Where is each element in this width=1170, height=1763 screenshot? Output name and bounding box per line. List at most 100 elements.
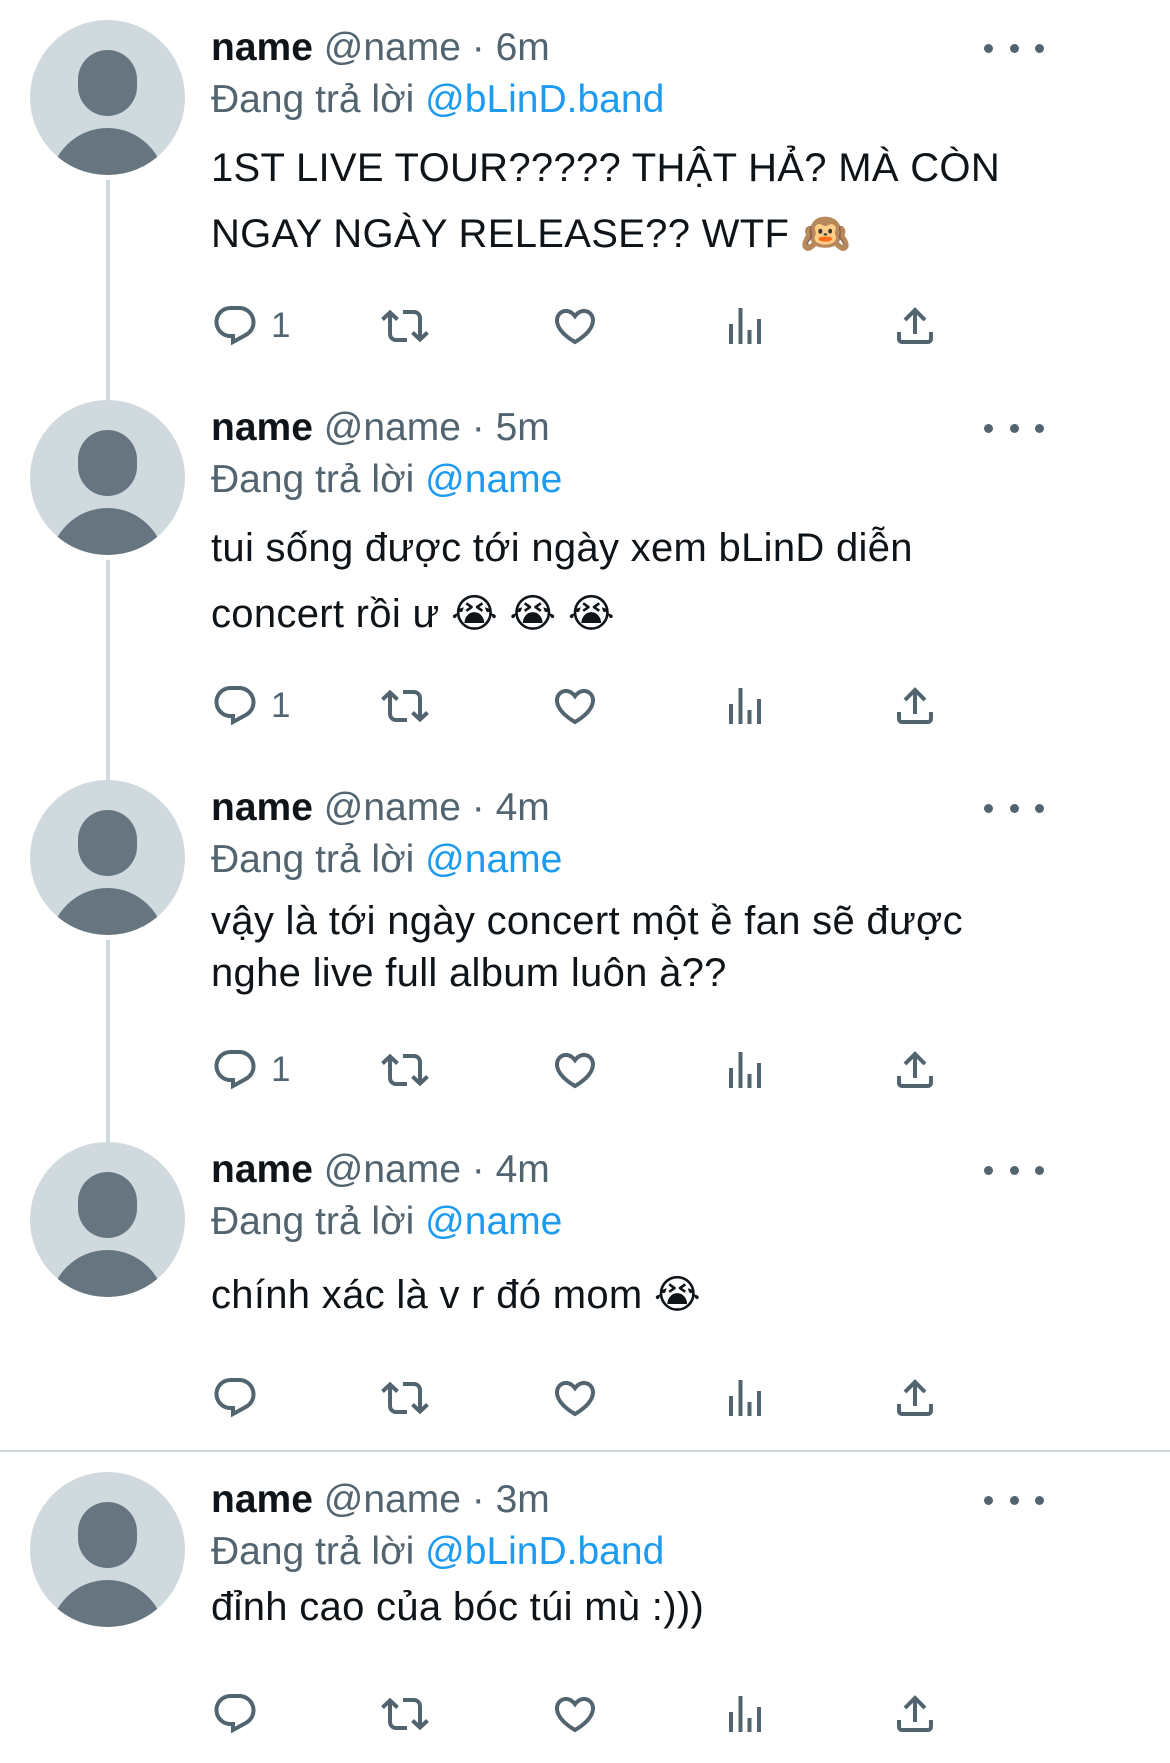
share-button[interactable]: [891, 1046, 939, 1094]
heart-icon: [554, 1697, 596, 1733]
tweet-text-line: concert rồi ư 😭 😭 😭: [211, 592, 615, 636]
reply-context: Đang trả lời @name: [211, 838, 562, 882]
reply-to-link[interactable]: @bLinD.band: [425, 78, 664, 121]
views-button[interactable]: [721, 302, 769, 350]
display-name[interactable]: name: [211, 26, 313, 69]
reply-to-link[interactable]: @name: [425, 1200, 562, 1243]
separator-dot: ·: [471, 26, 485, 69]
reply-to-link[interactable]: @bLinD.band: [425, 1530, 664, 1573]
share-button[interactable]: [891, 682, 939, 730]
views-button[interactable]: [721, 682, 769, 730]
more-icon[interactable]: [984, 1490, 1044, 1510]
reply-icon: [214, 1378, 256, 1418]
reply-prefix: Đang trả lời: [211, 458, 415, 501]
tweet-text: chính xác là v r đó mom 😭: [211, 1262, 1071, 1328]
reply-button[interactable]: 1: [211, 682, 290, 730]
reply-to-link[interactable]: @name: [425, 458, 562, 501]
tweet-text-line: 1ST LIVE TOUR????? THẬT HẢ? MÀ CÒN: [211, 146, 1001, 190]
timestamp[interactable]: 3m: [496, 1478, 550, 1521]
heart-icon: [554, 1381, 596, 1417]
reply-context: Đang trả lời @bLinD.band: [211, 78, 664, 122]
reply-context: Đang trả lời @name: [211, 458, 562, 502]
share-button[interactable]: [891, 1690, 939, 1738]
reply-button[interactable]: 1: [211, 302, 290, 350]
retweet-button[interactable]: [381, 682, 429, 730]
like-button[interactable]: [551, 302, 599, 350]
reply-icon: [214, 1694, 256, 1734]
reply-to-link[interactable]: @name: [425, 838, 562, 881]
retweet-icon: [381, 689, 429, 723]
display-name[interactable]: name: [211, 1478, 313, 1521]
like-button[interactable]: [551, 682, 599, 730]
heart-icon: [554, 689, 596, 725]
separator-dot: ·: [471, 1478, 485, 1521]
tweet-text-line: vậy là tới ngày concert một ề fan sẽ đượ…: [211, 899, 963, 943]
tweet-text-line: tui sống được tới ngày xem bLinD diễn: [211, 526, 913, 570]
retweet-button[interactable]: [381, 302, 429, 350]
avatar[interactable]: [30, 1472, 185, 1627]
tweet[interactable]: name @name · 6m Đang trả lời @bLinD.band…: [0, 0, 1170, 380]
retweet-button[interactable]: [381, 1690, 429, 1738]
share-icon: [897, 1051, 933, 1088]
reply-icon: [214, 686, 256, 726]
tweet[interactable]: name @name · 3m Đang trả lời @bLinD.band…: [0, 1452, 1170, 1763]
user-handle[interactable]: @name: [324, 1478, 461, 1521]
tweet[interactable]: name @name · 5m Đang trả lời @name tui s…: [0, 380, 1170, 760]
reply-prefix: Đang trả lời: [211, 78, 415, 121]
reply-button[interactable]: 1: [211, 1046, 290, 1094]
share-icon: [897, 687, 933, 724]
more-icon[interactable]: [984, 1160, 1044, 1180]
tweet-text: đỉnh cao của bóc túi mù :))): [211, 1574, 1071, 1640]
tweet-header: name @name · 3m: [211, 1478, 550, 1522]
like-button[interactable]: [551, 1690, 599, 1738]
user-handle[interactable]: @name: [324, 1148, 461, 1191]
separator-dot: ·: [471, 406, 485, 449]
reply-context: Đang trả lời @bLinD.band: [211, 1530, 664, 1574]
views-button[interactable]: [721, 1046, 769, 1094]
retweet-icon: [381, 309, 429, 343]
share-button[interactable]: [891, 1374, 939, 1422]
retweet-button[interactable]: [381, 1046, 429, 1094]
share-icon: [897, 307, 933, 344]
tweet-text-line: nghe live full album luôn à??: [211, 951, 727, 995]
timestamp[interactable]: 4m: [496, 786, 550, 829]
tweet-text-line: chính xác là v r đó mom 😭: [211, 1273, 701, 1317]
avatar[interactable]: [30, 400, 185, 555]
tweet[interactable]: name @name · 4m Đang trả lời @name vậy l…: [0, 760, 1170, 1130]
views-button[interactable]: [721, 1690, 769, 1738]
tweet-header: name @name · 4m: [211, 1148, 550, 1192]
like-button[interactable]: [551, 1374, 599, 1422]
display-name[interactable]: name: [211, 1148, 313, 1191]
reply-button[interactable]: [211, 1690, 271, 1738]
display-name[interactable]: name: [211, 786, 313, 829]
separator-dot: ·: [471, 1148, 485, 1191]
reply-button[interactable]: [211, 1374, 271, 1422]
timestamp[interactable]: 5m: [496, 406, 550, 449]
like-button[interactable]: [551, 1046, 599, 1094]
avatar[interactable]: [30, 780, 185, 935]
reply-prefix: Đang trả lời: [211, 838, 415, 881]
user-handle[interactable]: @name: [324, 26, 461, 69]
action-bar: 1: [211, 682, 1031, 730]
share-icon: [897, 1379, 933, 1416]
avatar[interactable]: [30, 20, 185, 175]
views-button[interactable]: [721, 1374, 769, 1422]
action-bar: 1: [211, 302, 1031, 350]
more-icon[interactable]: [984, 798, 1044, 818]
display-name[interactable]: name: [211, 406, 313, 449]
share-icon: [897, 1695, 933, 1732]
more-icon[interactable]: [984, 418, 1044, 438]
reply-count: 1: [271, 686, 291, 725]
avatar[interactable]: [30, 1142, 185, 1297]
tweet[interactable]: name @name · 4m Đang trả lời @name chính…: [0, 1122, 1170, 1448]
timestamp[interactable]: 6m: [496, 26, 550, 69]
heart-icon: [554, 1053, 596, 1089]
retweet-button[interactable]: [381, 1374, 429, 1422]
user-handle[interactable]: @name: [324, 786, 461, 829]
share-button[interactable]: [891, 302, 939, 350]
timestamp[interactable]: 4m: [496, 1148, 550, 1191]
more-icon[interactable]: [984, 38, 1044, 58]
reply-context: Đang trả lời @name: [211, 1200, 562, 1244]
views-icon: [729, 1696, 761, 1732]
user-handle[interactable]: @name: [324, 406, 461, 449]
